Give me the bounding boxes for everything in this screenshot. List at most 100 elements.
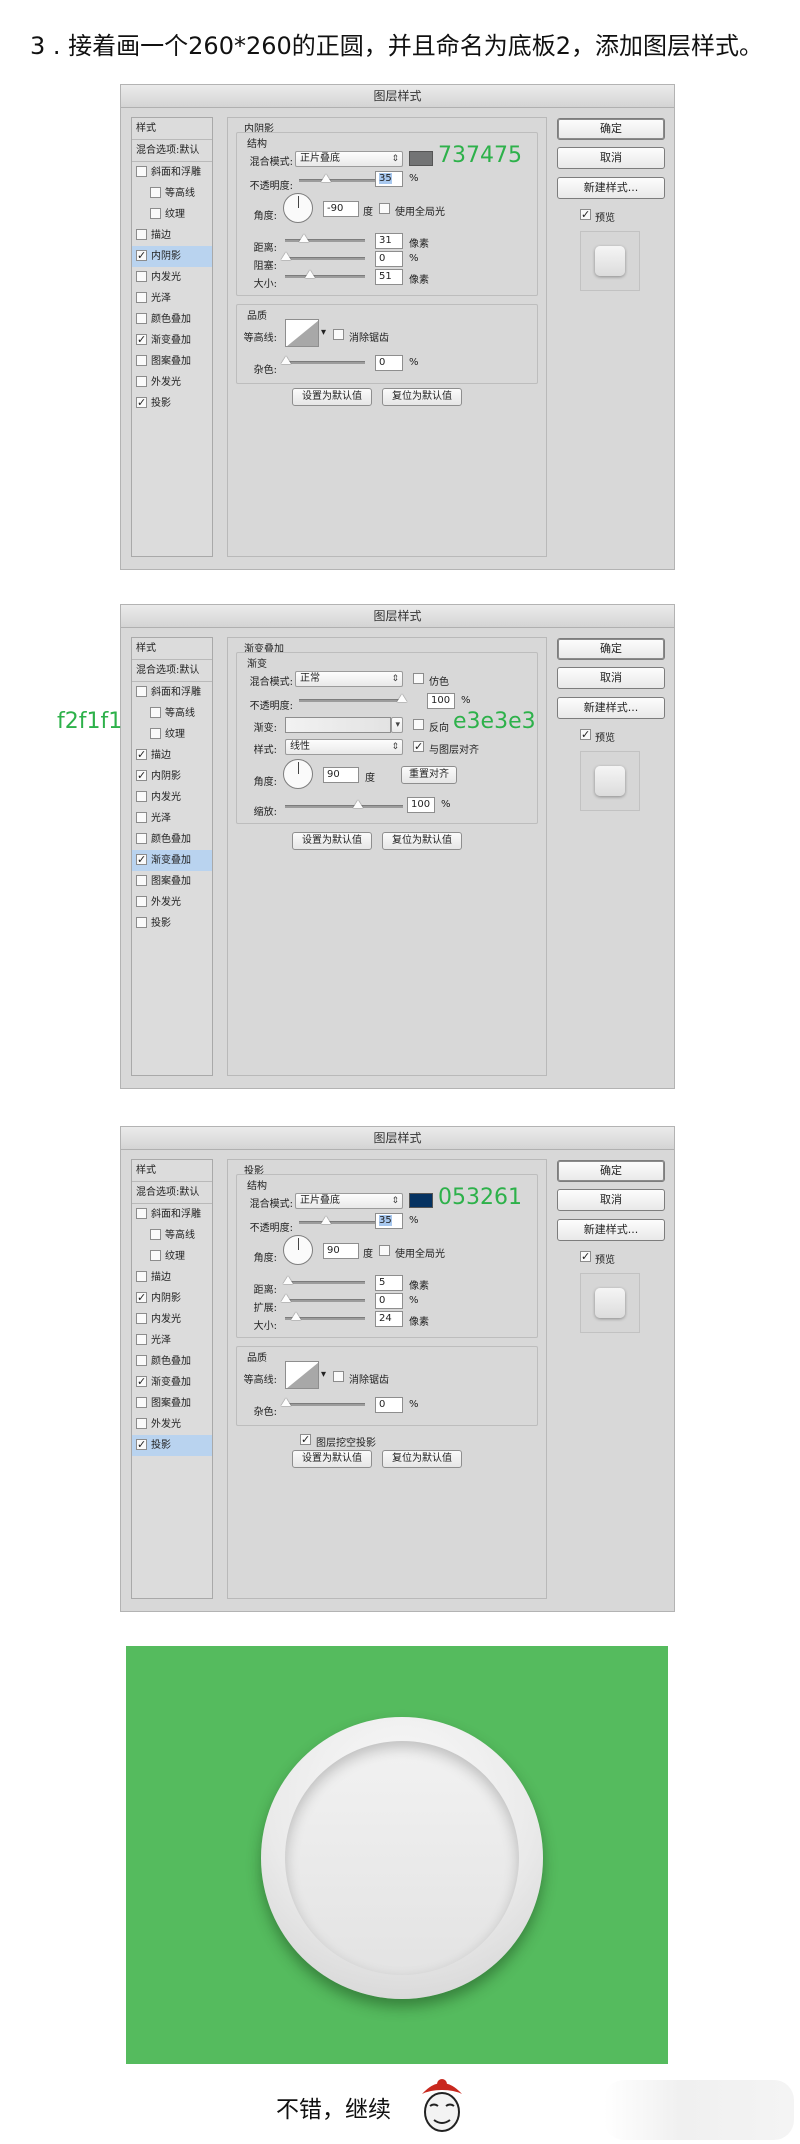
blend-mode-select[interactable]: 正片叠底 ⇕ <box>295 1193 403 1209</box>
style-checkbox[interactable] <box>136 791 147 802</box>
style-checkbox[interactable] <box>136 896 147 907</box>
gradient-dropdown[interactable]: ▾ <box>391 717 403 733</box>
slider-handle[interactable] <box>353 800 363 808</box>
slider-handle[interactable] <box>321 174 331 182</box>
style-item-gradient-overlay[interactable]: ✓ 渐变叠加 <box>132 1372 212 1393</box>
style-checkbox[interactable] <box>136 1313 147 1324</box>
style-item-satin[interactable]: 光泽 <box>132 1330 212 1351</box>
style-checkbox[interactable] <box>150 707 161 718</box>
style-item-contour[interactable]: 等高线 <box>132 1225 212 1246</box>
opacity-slider[interactable] <box>299 174 377 182</box>
preview-checkbox[interactable]: ✓ <box>580 209 591 220</box>
style-checkbox-checked[interactable]: ✓ <box>136 749 147 760</box>
size-slider[interactable] <box>285 1312 365 1320</box>
style-item-bevel[interactable]: 斜面和浮雕 <box>132 1204 212 1225</box>
style-item-stroke[interactable]: 描边 <box>132 225 212 246</box>
opacity-slider[interactable] <box>299 694 407 702</box>
style-checkbox[interactable] <box>150 208 161 219</box>
style-item-bevel[interactable]: 斜面和浮雕 <box>132 682 212 703</box>
style-item-drop-shadow[interactable]: ✓ 投影 <box>132 393 212 414</box>
dropdown-arrow-icon[interactable]: ▾ <box>321 327 326 338</box>
style-item-pattern-overlay[interactable]: 图案叠加 <box>132 351 212 372</box>
knockout-checkbox[interactable]: ✓ <box>300 1434 311 1445</box>
blending-options-item[interactable]: 混合选项:默认 <box>132 1182 212 1204</box>
noise-slider[interactable] <box>281 356 365 364</box>
cancel-button[interactable]: 取消 <box>557 1189 665 1211</box>
style-checkbox-checked[interactable]: ✓ <box>136 1376 147 1387</box>
style-item-satin[interactable]: 光泽 <box>132 808 212 829</box>
preview-checkbox[interactable]: ✓ <box>580 729 591 740</box>
style-checkbox[interactable] <box>136 271 147 282</box>
style-item-inner-glow[interactable]: 内发光 <box>132 1309 212 1330</box>
cancel-button[interactable]: 取消 <box>557 147 665 169</box>
blending-options-item[interactable]: 混合选项:默认 <box>132 660 212 682</box>
style-item-contour[interactable]: 等高线 <box>132 703 212 724</box>
shadow-color-swatch[interactable] <box>409 151 433 166</box>
choke-input[interactable]: 0 <box>375 251 403 267</box>
style-checkbox[interactable] <box>136 833 147 844</box>
style-checkbox-checked[interactable]: ✓ <box>136 770 147 781</box>
style-checkbox-checked[interactable]: ✓ <box>136 397 147 408</box>
opacity-input[interactable]: 35 <box>375 171 403 187</box>
slider-handle[interactable] <box>321 1216 331 1224</box>
style-item-gradient-overlay[interactable]: ✓ 渐变叠加 <box>132 850 212 871</box>
style-checkbox[interactable] <box>136 313 147 324</box>
style-checkbox[interactable] <box>136 292 147 303</box>
spread-input[interactable]: 0 <box>375 1293 403 1309</box>
reset-default-button[interactable]: 复位为默认值 <box>382 388 462 406</box>
slider-handle[interactable] <box>291 1312 301 1320</box>
style-checkbox[interactable] <box>136 812 147 823</box>
distance-input[interactable]: 31 <box>375 233 403 249</box>
angle-input[interactable]: 90 <box>323 767 359 783</box>
style-checkbox[interactable] <box>136 1418 147 1429</box>
slider-handle[interactable] <box>305 270 315 278</box>
choke-slider[interactable] <box>281 252 365 260</box>
noise-input[interactable]: 0 <box>375 355 403 371</box>
set-default-button[interactable]: 设置为默认值 <box>292 388 372 406</box>
opacity-slider[interactable] <box>299 1216 377 1224</box>
style-item-texture[interactable]: 纹理 <box>132 724 212 745</box>
opacity-input[interactable]: 35 <box>375 1213 403 1229</box>
style-item-bevel[interactable]: 斜面和浮雕 <box>132 162 212 183</box>
style-item-color-overlay[interactable]: 颜色叠加 <box>132 829 212 850</box>
style-item-inner-shadow[interactable]: ✓ 内阴影 <box>132 1288 212 1309</box>
slider-handle[interactable] <box>281 356 291 364</box>
slider-handle[interactable] <box>283 1276 293 1284</box>
style-item-inner-glow[interactable]: 内发光 <box>132 787 212 808</box>
style-checkbox[interactable] <box>136 1271 147 1282</box>
style-checkbox[interactable] <box>150 1229 161 1240</box>
style-checkbox-checked[interactable]: ✓ <box>136 334 147 345</box>
global-light-checkbox[interactable] <box>379 1245 390 1256</box>
style-item-pattern-overlay[interactable]: 图案叠加 <box>132 1393 212 1414</box>
reset-align-button[interactable]: 重置对齐 <box>401 766 457 784</box>
angle-dial-icon[interactable] <box>283 759 313 789</box>
size-input[interactable]: 51 <box>375 269 403 285</box>
gradient-style-select[interactable]: 线性 ⇕ <box>285 739 403 755</box>
style-item-contour[interactable]: 等高线 <box>132 183 212 204</box>
slider-handle[interactable] <box>281 1294 291 1302</box>
new-style-button[interactable]: 新建样式... <box>557 177 665 199</box>
style-checkbox[interactable] <box>150 1250 161 1261</box>
style-checkbox[interactable] <box>136 229 147 240</box>
style-item-stroke[interactable]: ✓ 描边 <box>132 745 212 766</box>
reset-default-button[interactable]: 复位为默认值 <box>382 832 462 850</box>
align-layer-checkbox[interactable]: ✓ <box>413 741 424 752</box>
style-checkbox[interactable] <box>136 1397 147 1408</box>
new-style-button[interactable]: 新建样式... <box>557 697 665 719</box>
style-item-pattern-overlay[interactable]: 图案叠加 <box>132 871 212 892</box>
style-checkbox-checked[interactable]: ✓ <box>136 250 147 261</box>
slider-handle[interactable] <box>397 694 407 702</box>
style-item-outer-glow[interactable]: 外发光 <box>132 372 212 393</box>
slider-handle[interactable] <box>281 252 291 260</box>
style-item-inner-shadow[interactable]: ✓ 内阴影 <box>132 766 212 787</box>
blending-options-item[interactable]: 混合选项:默认 <box>132 140 212 162</box>
set-default-button[interactable]: 设置为默认值 <box>292 1450 372 1468</box>
new-style-button[interactable]: 新建样式... <box>557 1219 665 1241</box>
angle-input[interactable]: -90 <box>323 201 359 217</box>
scale-input[interactable]: 100 <box>407 797 435 813</box>
distance-slider[interactable] <box>285 234 365 242</box>
style-item-texture[interactable]: 纹理 <box>132 1246 212 1267</box>
style-checkbox[interactable] <box>136 917 147 928</box>
style-item-satin[interactable]: 光泽 <box>132 288 212 309</box>
blend-mode-select[interactable]: 正片叠底 ⇕ <box>295 151 403 167</box>
